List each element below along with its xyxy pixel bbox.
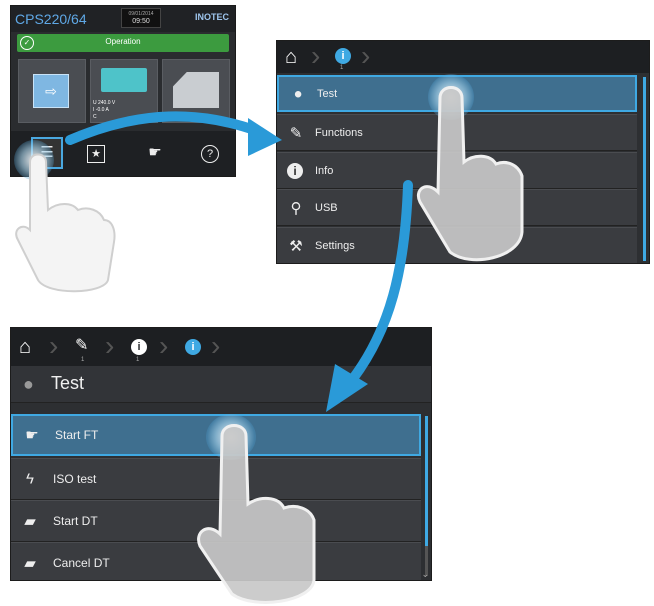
arrow-2	[347, 180, 413, 385]
arrow-1	[65, 111, 265, 145]
pointing-hand-icon	[417, 86, 524, 262]
arrowhead-1	[248, 118, 282, 156]
pointing-hand-icon	[197, 424, 316, 604]
pointing-hand-icon	[15, 153, 116, 293]
